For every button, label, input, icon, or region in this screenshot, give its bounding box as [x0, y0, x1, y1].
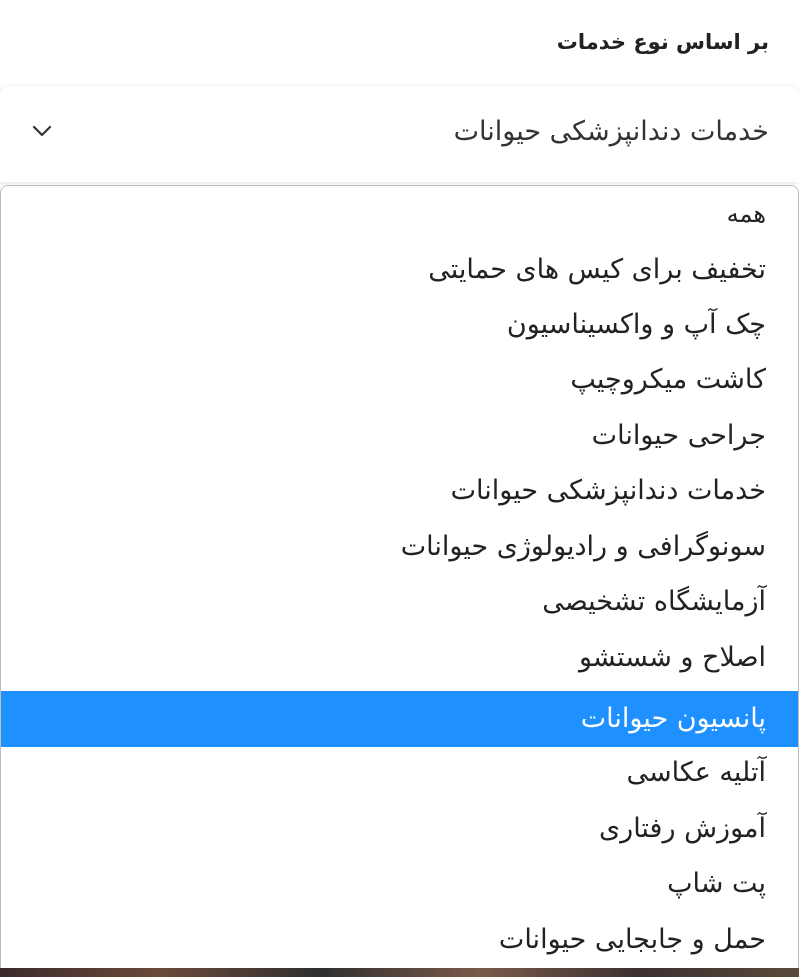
dropdown-list: همه تخفیف برای کیس های حمایتی چک آپ و وا… [0, 185, 799, 972]
option-support-discount[interactable]: تخفیف برای کیس های حمایتی [1, 242, 798, 298]
option-surgery[interactable]: جراحی حیوانات [1, 408, 798, 464]
option-sonography-radiology[interactable]: سونوگرافی و رادیولوژی حیوانات [1, 519, 798, 575]
option-microchip[interactable]: کاشت میکروچیپ [1, 352, 798, 408]
option-grooming[interactable]: اصلاح و شستشو [1, 630, 798, 686]
service-type-select[interactable]: خدمات دندانپزشکی حیوانات [0, 86, 799, 182]
option-dentistry[interactable]: خدمات دندانپزشکی حیوانات [1, 463, 798, 519]
option-all[interactable]: همه [1, 186, 798, 238]
chevron-down-icon[interactable] [32, 124, 52, 138]
filter-label: بر اساس نوع خدمات [556, 30, 769, 54]
option-behavior-training[interactable]: آموزش رفتاری [1, 801, 798, 857]
option-pet-shop[interactable]: پت شاپ [1, 856, 798, 912]
selected-value: خدمات دندانپزشکی حیوانات [453, 116, 769, 147]
option-transport[interactable]: حمل و جابجایی حیوانات [1, 912, 798, 968]
background-image-strip [0, 968, 799, 977]
option-boarding[interactable]: پانسیون حیوانات [1, 691, 798, 747]
option-diagnostic-lab[interactable]: آزمایشگاه تشخیصی [1, 574, 798, 630]
option-photo-studio[interactable]: آتلیه عکاسی [1, 745, 798, 801]
option-checkup-vaccination[interactable]: چک آپ و واکسیناسیون [1, 297, 798, 353]
